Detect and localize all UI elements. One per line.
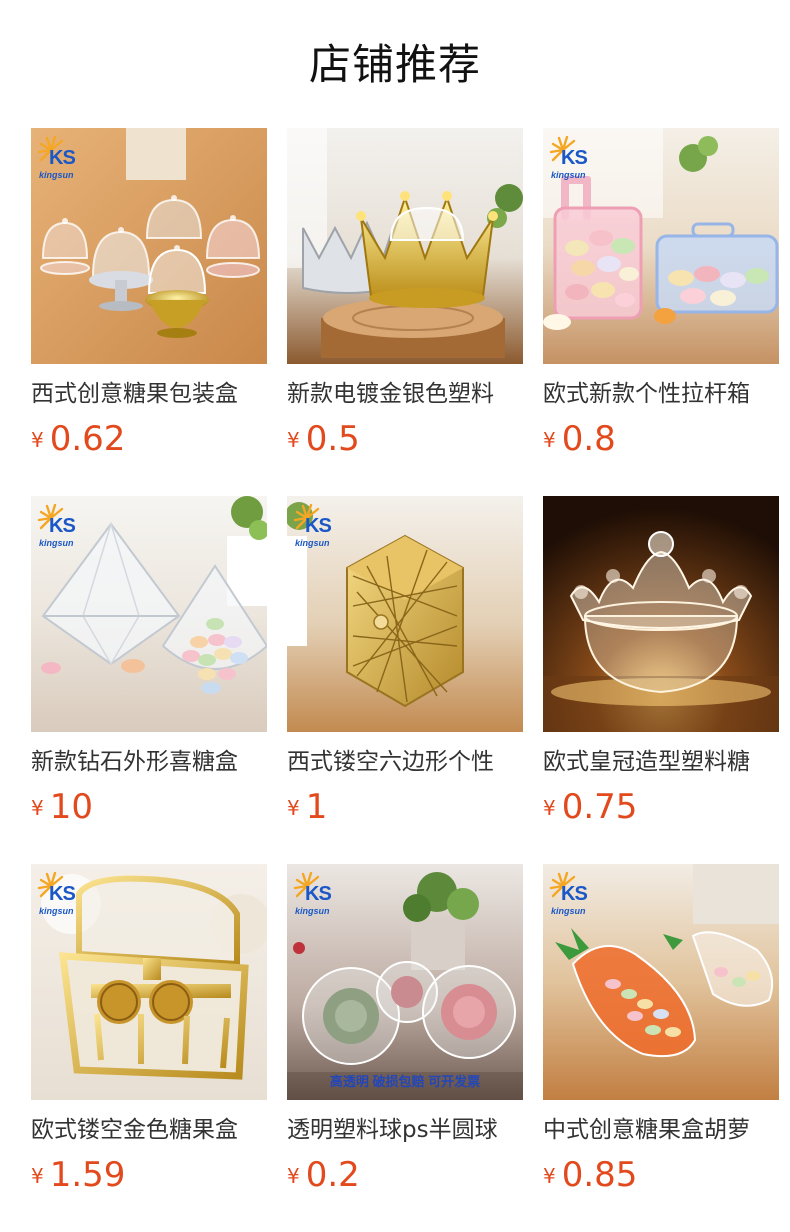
brand-mark: KS: [305, 883, 332, 905]
currency-symbol: ¥: [287, 428, 300, 452]
product-image-carrots[interactable]: KS kingsun: [543, 864, 779, 1100]
price-amount: 0.62: [49, 419, 126, 459]
product-card[interactable]: KS kingsun 欧式新款个性拉杆箱 ¥0.8: [543, 128, 779, 496]
product-grid: KS kingsun 西式创意糖果包装盒 ¥0.62 新款电镀金银色塑料 ¥ 0…: [31, 128, 779, 1232]
brand-name: kingsun: [295, 538, 330, 548]
product-price: ¥0.5: [287, 418, 360, 460]
page-title: 店铺推荐: [308, 40, 481, 89]
price-amount: 1: [305, 787, 328, 827]
brand-name: kingsun: [551, 170, 586, 180]
currency-symbol: ¥: [543, 796, 556, 820]
brand-logo: KS kingsun: [549, 872, 597, 918]
product-price: ¥0.75: [543, 786, 637, 828]
brand-logo: KS kingsun: [549, 136, 597, 182]
product-price: ¥0.2: [287, 1154, 360, 1196]
product-price: ¥1: [287, 786, 327, 828]
product-image-clear-crown[interactable]: [543, 496, 779, 732]
product-card[interactable]: KS kingsun 新款钻石外形喜糖盒 ¥10: [31, 496, 267, 864]
product-card[interactable]: KS kingsun 欧式镂空金色糖果盒 ¥1.59: [31, 864, 267, 1232]
product-price: ¥0.8: [543, 418, 616, 460]
product-price: ¥0.62: [31, 418, 125, 460]
brand-mark: KS: [561, 147, 588, 169]
currency-symbol: ¥: [543, 428, 556, 452]
brand-logo: KS kingsun: [37, 136, 85, 182]
currency-symbol: ¥: [287, 1164, 300, 1188]
brand-mark: KS: [561, 883, 588, 905]
product-price: ¥10: [31, 786, 93, 828]
product-image-diamonds[interactable]: KS kingsun: [31, 496, 267, 732]
product-image-suitcases[interactable]: KS kingsun: [543, 128, 779, 364]
price-amount: 0.85: [561, 1155, 638, 1195]
brand-mark: KS: [49, 515, 76, 537]
product-card[interactable]: KS kingsun 西式创意糖果包装盒 ¥0.62: [31, 128, 267, 496]
currency-symbol: ¥: [287, 796, 300, 820]
product-image-clear-domes[interactable]: KS kingsun: [31, 128, 267, 364]
brand-mark: KS: [49, 147, 76, 169]
product-name[interactable]: 西式镂空六边形个性: [287, 746, 523, 778]
product-photo: [287, 128, 523, 364]
currency-symbol: ¥: [31, 796, 44, 820]
brand-name: kingsun: [295, 906, 330, 916]
currency-symbol: ¥: [31, 428, 44, 452]
product-name[interactable]: 透明塑料球ps半圆球: [287, 1114, 523, 1146]
product-name[interactable]: 欧式镂空金色糖果盒: [31, 1114, 267, 1146]
product-name[interactable]: 中式创意糖果盒胡萝: [543, 1114, 779, 1146]
brand-logo: KS kingsun: [37, 872, 85, 918]
brand-logo: KS kingsun: [37, 504, 85, 550]
product-card[interactable]: KS kingsun 西式镂空六边形个性 ¥1: [287, 496, 523, 864]
brand-name: kingsun: [39, 906, 74, 916]
currency-symbol: ¥: [543, 1164, 556, 1188]
brand-name: kingsun: [39, 170, 74, 180]
price-amount: 1.59: [49, 1155, 126, 1195]
product-name[interactable]: 欧式新款个性拉杆箱: [543, 378, 779, 410]
product-card[interactable]: 欧式皇冠造型塑料糖 ¥0.75: [543, 496, 779, 864]
brand-mark: KS: [305, 515, 332, 537]
product-name[interactable]: 西式创意糖果包装盒: [31, 378, 267, 410]
brand-name: kingsun: [551, 906, 586, 916]
brand-name: kingsun: [39, 538, 74, 548]
product-card[interactable]: 新款电镀金银色塑料 ¥0.5: [287, 128, 523, 496]
product-card[interactable]: KS kingsun 中式创意糖果盒胡萝 ¥0.85: [543, 864, 779, 1232]
product-image-hexagon[interactable]: KS kingsun: [287, 496, 523, 732]
product-name[interactable]: 欧式皇冠造型塑料糖: [543, 746, 779, 778]
image-caption: 高透明 破损包赔 可开发票: [330, 1074, 480, 1089]
product-image-crowns[interactable]: [287, 128, 523, 364]
price-amount: 0.8: [561, 419, 616, 459]
product-image-treasure-chest[interactable]: KS kingsun: [31, 864, 267, 1100]
brand-logo: KS kingsun: [293, 504, 341, 550]
product-price: ¥0.85: [543, 1154, 637, 1196]
product-name[interactable]: 新款电镀金银色塑料: [287, 378, 523, 410]
price-amount: 10: [49, 787, 93, 827]
product-price: ¥1.59: [31, 1154, 125, 1196]
product-photo: [543, 496, 779, 732]
price-amount: 0.75: [561, 787, 638, 827]
price-amount: 0.5: [305, 419, 360, 459]
product-card[interactable]: 高透明 破损包赔 可开发票 KS kingsun 透明塑料球ps半圆球 ¥0.2: [287, 864, 523, 1232]
product-image-plastic-balls[interactable]: 高透明 破损包赔 可开发票 KS kingsun: [287, 864, 523, 1100]
brand-logo: KS kingsun: [293, 872, 341, 918]
currency-symbol: ¥: [31, 1164, 44, 1188]
brand-mark: KS: [49, 883, 76, 905]
product-name[interactable]: 新款钻石外形喜糖盒: [31, 746, 267, 778]
price-amount: 0.2: [305, 1155, 360, 1195]
